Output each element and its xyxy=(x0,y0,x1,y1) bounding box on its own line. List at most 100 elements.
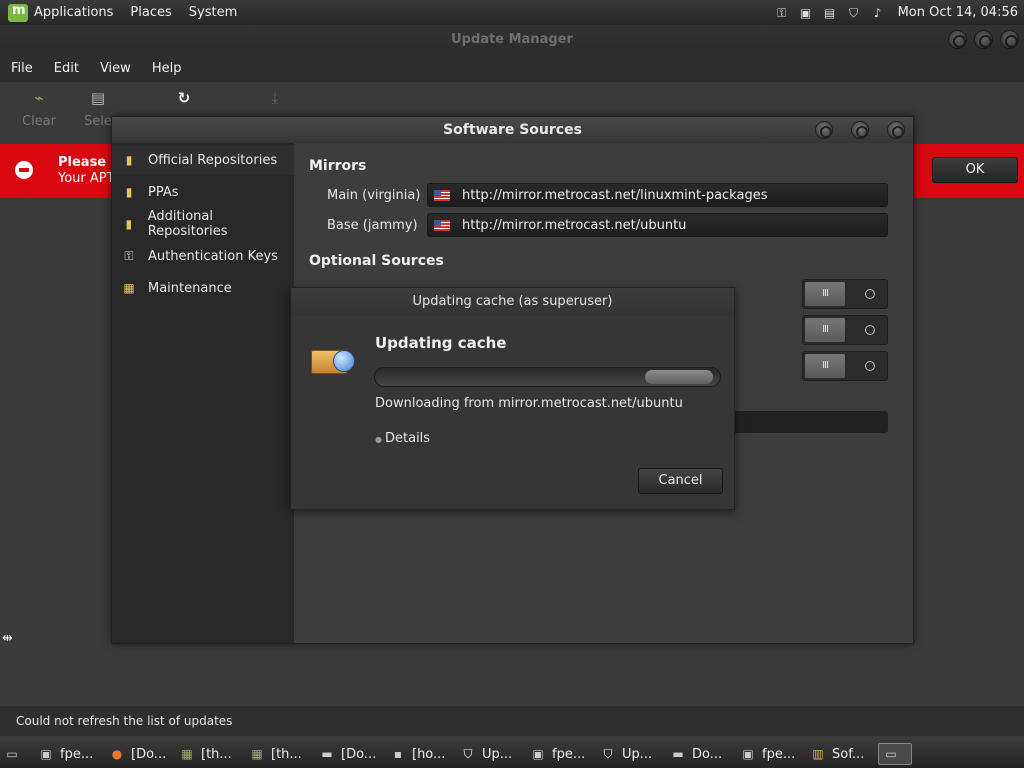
terminal-icon: ▣ xyxy=(742,746,754,761)
banner-title: Please s xyxy=(58,155,119,170)
maintenance-icon: ▦ xyxy=(123,281,135,295)
window-icon: ▭ xyxy=(885,746,897,761)
taskbar-item-label: fpe... xyxy=(60,746,94,762)
download-status: Downloading from mirror.metrocast.net/ub… xyxy=(375,396,683,411)
sidebar-item-label: Official Repositories xyxy=(148,152,278,168)
sidebar-item-additional-repositories[interactable]: ▮ Additional Repositories xyxy=(112,209,294,239)
taskbar-item[interactable]: ▬ Do... xyxy=(670,743,722,765)
taskbar-item[interactable]: ▥ Sof... xyxy=(810,743,864,765)
sidebar-item-ppas[interactable]: ▮ PPAs xyxy=(112,177,294,207)
show-desktop-button[interactable]: ▭ xyxy=(4,743,26,765)
disk-icon: ▪ xyxy=(393,746,403,761)
optional-source-toggle-2[interactable]: III xyxy=(802,315,888,345)
key-icon: ⚿ xyxy=(124,249,134,263)
top-panel: Applications Places System ⚿ ▣ ▤ ⛉ ♪ Mon… xyxy=(0,0,1024,25)
shield-icon: ⛉ xyxy=(463,746,473,761)
package-icon: ▥ xyxy=(812,746,824,761)
mirror-base-button[interactable]: http://mirror.metrocast.net/ubuntu xyxy=(427,213,888,237)
clipboard-icon[interactable]: ▤ xyxy=(822,6,838,20)
us-flag-icon xyxy=(434,219,450,231)
close-button[interactable] xyxy=(1000,30,1019,49)
install-button[interactable]: ⤓ xyxy=(267,90,283,114)
mint-logo-icon[interactable] xyxy=(8,3,28,22)
banner-subtitle: Your APT xyxy=(58,171,115,186)
update-manager-title: Update Manager xyxy=(451,32,573,47)
optional-source-toggle-3[interactable]: III xyxy=(802,351,888,381)
sidebar-item-maintenance[interactable]: ▦ Maintenance xyxy=(112,273,294,303)
software-sources-titlebar[interactable]: Software Sources xyxy=(112,117,913,143)
toggle-on-indicator: III xyxy=(805,318,845,342)
system-tray: ⚿ ▣ ▤ ⛉ ♪ Mon Oct 14, 04:56 xyxy=(774,0,1018,25)
taskbar-item[interactable]: ⛉ Up... xyxy=(600,743,652,765)
ss-maximize-button[interactable] xyxy=(851,121,869,139)
taskbar-item[interactable]: ▦ [th... xyxy=(249,743,302,765)
hidden-field[interactable] xyxy=(732,411,888,433)
menu-view[interactable]: View xyxy=(100,61,131,76)
taskbar-item-label: Do... xyxy=(692,746,723,762)
ok-button[interactable]: OK xyxy=(932,157,1018,183)
sidebar-item-authentication-keys[interactable]: ⚿ Authentication Keys xyxy=(112,241,294,271)
taskbar-item[interactable]: ⛉ Up... xyxy=(460,743,512,765)
menu-system[interactable]: System xyxy=(189,5,237,20)
mirror-main-button[interactable]: http://mirror.metrocast.net/linuxmint-pa… xyxy=(427,183,888,207)
clear-label: Clear xyxy=(22,114,56,129)
taskbar-item-label: Up... xyxy=(482,746,513,762)
mirror-main-url: http://mirror.metrocast.net/linuxmint-pa… xyxy=(462,187,768,203)
updating-cache-heading: Updating cache xyxy=(375,334,507,352)
ss-minimize-button[interactable] xyxy=(815,121,833,139)
details-expander[interactable]: ● Details xyxy=(375,431,430,446)
taskbar-item[interactable]: ● [Do... xyxy=(109,743,166,765)
key-icon[interactable]: ⚿ xyxy=(774,6,790,20)
menu-applications[interactable]: Applications xyxy=(34,5,113,20)
taskbar-item-label: [th... xyxy=(271,746,302,762)
firefox-icon: ● xyxy=(111,746,123,761)
menu-help[interactable]: Help xyxy=(152,61,182,76)
taskbar-item[interactable]: ▦ [th... xyxy=(179,743,232,765)
taskbar-item-current[interactable]: ▭ xyxy=(878,743,912,765)
sidebar-item-label: Additional Repositories xyxy=(147,209,228,239)
folder-icon: ▬ xyxy=(321,746,333,761)
optional-source-toggle-1[interactable]: III xyxy=(802,279,888,309)
refresh-button[interactable]: ↻ xyxy=(176,90,192,114)
updating-cache-titlebar[interactable]: Updating cache (as superuser) xyxy=(291,288,734,316)
ss-close-button[interactable] xyxy=(887,121,905,139)
repository-icon: ▮ xyxy=(125,153,133,167)
menu-edit[interactable]: Edit xyxy=(54,61,79,76)
sidebar-item-label: Maintenance xyxy=(148,280,232,296)
maximize-button[interactable] xyxy=(974,30,993,49)
taskbar-item[interactable]: ▬ [Do... xyxy=(319,743,376,765)
cancel-button[interactable]: Cancel xyxy=(638,468,723,494)
progress-bar xyxy=(374,367,721,387)
sidebar-item-label: PPAs xyxy=(148,184,179,200)
software-sources-title: Software Sources xyxy=(443,122,582,138)
taskbar-item[interactable]: ▣ fpe... xyxy=(38,743,93,765)
taskbar-item-label: [th... xyxy=(201,746,232,762)
select-button[interactable]: ▤ Sele xyxy=(84,90,112,129)
folder-icon: ▬ xyxy=(672,746,684,761)
document-icon: ▤ xyxy=(90,89,106,107)
repository-icon: ▮ xyxy=(125,217,133,231)
update-manager-titlebar: Update Manager xyxy=(0,25,1024,55)
updating-cache-title: Updating cache (as superuser) xyxy=(412,294,613,309)
mirror-base-label: Base (jammy) xyxy=(327,218,418,233)
taskbar-item[interactable]: ▪ [ho... xyxy=(390,743,446,765)
menu-places[interactable]: Places xyxy=(130,5,171,20)
clear-button[interactable]: ⌁ Clear xyxy=(22,90,56,129)
mirror-base-url: http://mirror.metrocast.net/ubuntu xyxy=(462,217,687,233)
taskbar-item[interactable]: ▣ fpe... xyxy=(740,743,795,765)
sources-sidebar: ▮ Official Repositories ▮ PPAs ▮ Additio… xyxy=(112,143,294,643)
network-icon[interactable]: ▣ xyxy=(798,6,814,20)
archive-icon: ▦ xyxy=(181,746,193,761)
us-flag-icon xyxy=(434,189,450,201)
menu-file[interactable]: File xyxy=(11,61,33,76)
mouse-cursor-icon: ⇹ xyxy=(2,631,13,646)
sidebar-item-official-repositories[interactable]: ▮ Official Repositories xyxy=(112,145,294,175)
clock[interactable]: Mon Oct 14, 04:56 xyxy=(898,5,1018,20)
globe-icon xyxy=(333,350,355,372)
repository-icon: ▮ xyxy=(125,185,133,199)
update-manager-menubar: File Edit View Help xyxy=(0,55,1024,82)
minimize-button[interactable] xyxy=(948,30,967,49)
volume-icon[interactable]: ♪ xyxy=(870,6,886,20)
taskbar-item[interactable]: ▣ fpe... xyxy=(530,743,585,765)
shield-icon[interactable]: ⛉ xyxy=(846,6,862,20)
